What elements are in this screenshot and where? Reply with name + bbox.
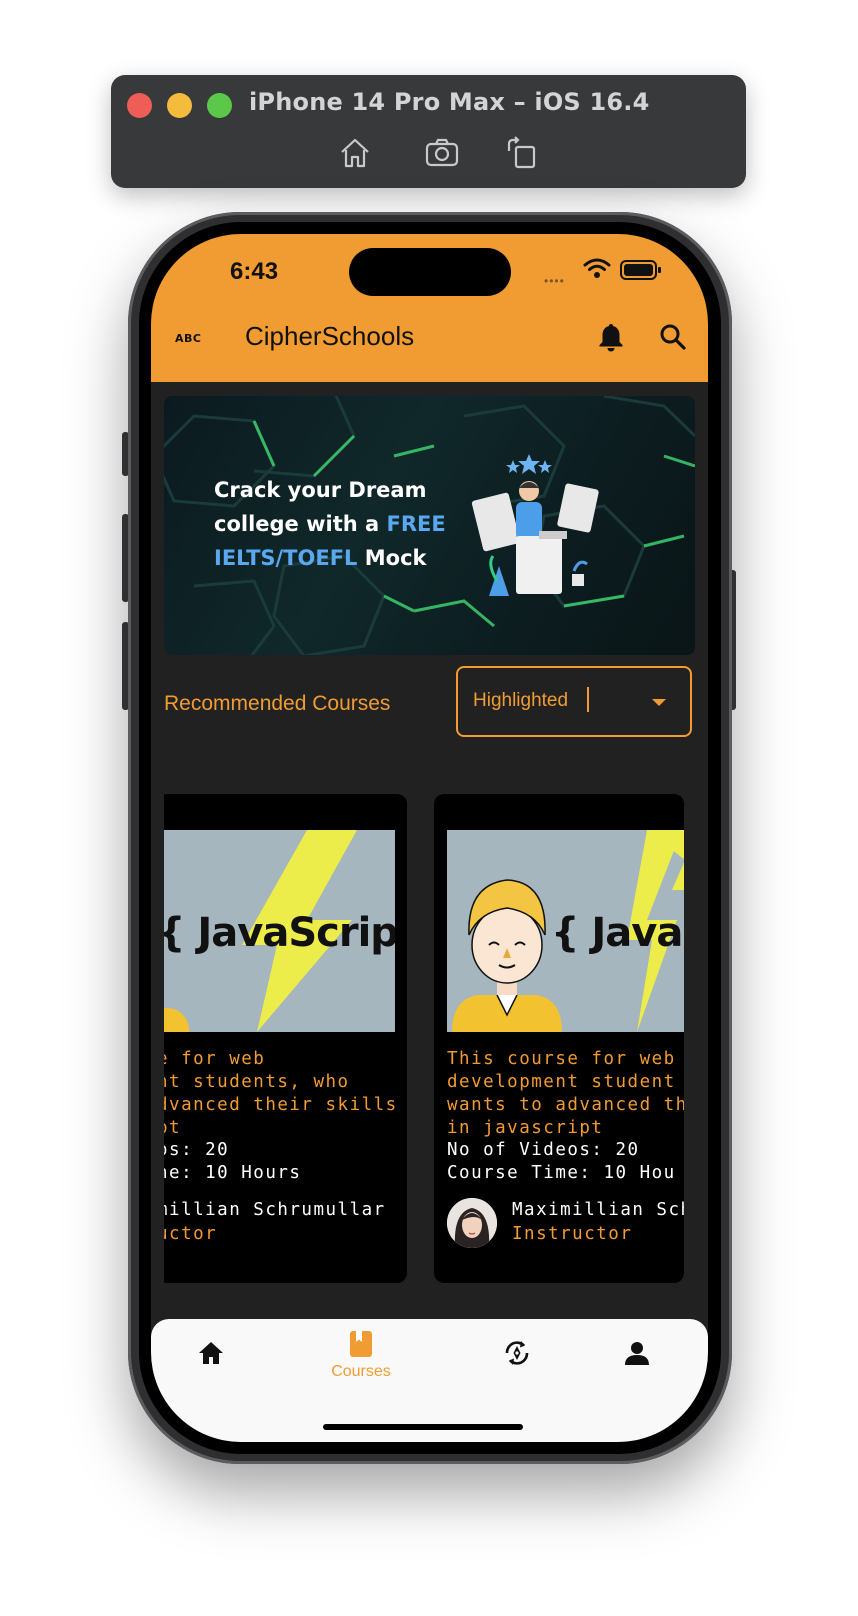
course-duration: Course Time: 10 Hou bbox=[447, 1163, 676, 1183]
nav-item-home[interactable] bbox=[171, 1319, 251, 1399]
book-icon bbox=[350, 1331, 372, 1357]
promo-banner[interactable]: Crack your Dream college with a FREE IEL… bbox=[164, 396, 695, 655]
home-icon bbox=[199, 1342, 223, 1364]
nav-item-courses[interactable]: Courses bbox=[316, 1319, 406, 1399]
home-icon[interactable] bbox=[337, 135, 373, 171]
dynamic-island bbox=[349, 248, 511, 296]
banner-line-2: college with a FREE bbox=[214, 512, 446, 536]
bell-icon[interactable] bbox=[597, 322, 625, 352]
course-card[interactable]: { JavaS This course for web development … bbox=[434, 794, 684, 1283]
abc-icon[interactable]: ABC bbox=[175, 332, 201, 345]
recommended-courses-label: Recommended Courses bbox=[164, 692, 391, 715]
status-time: 6:43 bbox=[230, 258, 279, 285]
person-icon bbox=[625, 1342, 649, 1365]
app-title: CipherSchools bbox=[245, 321, 415, 351]
nav-label-courses: Courses bbox=[331, 1363, 391, 1380]
banner-line-3: IELTS/TOEFL Mock bbox=[214, 546, 427, 570]
text-cursor bbox=[587, 687, 589, 712]
zoom-window-button[interactable] bbox=[207, 93, 232, 118]
course-video-count: No of Videos: 20 bbox=[447, 1140, 640, 1160]
course-description: This course for web development student … bbox=[447, 1049, 684, 1138]
course-description: e for web nt students, who dvanced their… bbox=[164, 1049, 398, 1138]
screenshot-icon[interactable] bbox=[424, 135, 460, 171]
student-illustration bbox=[471, 454, 599, 596]
course-duration: ne: 10 Hours bbox=[164, 1163, 302, 1183]
javascript-logo-text: { JavaS bbox=[551, 910, 684, 956]
home-indicator[interactable] bbox=[323, 1424, 523, 1430]
battery-icon bbox=[620, 260, 661, 280]
nav-item-profile[interactable] bbox=[597, 1319, 677, 1399]
wifi-icon bbox=[583, 258, 611, 278]
course-thumbnail: { JavaScript } bbox=[164, 830, 395, 1032]
course-video-count: os: 20 bbox=[164, 1140, 230, 1160]
banner-line-1: Crack your Dream bbox=[214, 478, 427, 502]
instructor-role: Instructor bbox=[512, 1224, 633, 1244]
banner-free-highlight: FREE bbox=[386, 512, 446, 536]
dropdown-arrow-icon[interactable] bbox=[652, 699, 666, 706]
dropdown-selected-value: Highlighted bbox=[473, 690, 569, 711]
course-filter-dropdown[interactable]: Highlighted bbox=[456, 666, 692, 737]
instructor-avatar bbox=[447, 1198, 497, 1248]
signal-dots: •••• bbox=[544, 274, 565, 288]
close-window-button[interactable] bbox=[127, 93, 152, 118]
banner-exam-highlight: IELTS/TOEFL bbox=[214, 546, 358, 570]
simulator-title: iPhone 14 Pro Max – iOS 16.4 bbox=[249, 88, 650, 116]
search-icon[interactable] bbox=[659, 322, 687, 352]
compass-refresh-icon bbox=[505, 1341, 529, 1365]
instructor-name: Maximillian Sch bbox=[512, 1200, 684, 1220]
instructor-name: millian Schrumullar bbox=[164, 1200, 386, 1220]
minimize-window-button[interactable] bbox=[167, 93, 192, 118]
banner-headline: Crack your Dream college with a FREE IEL… bbox=[214, 473, 474, 575]
javascript-logo-text: { JavaScript } bbox=[164, 910, 395, 956]
course-thumbnail: { JavaS bbox=[447, 830, 684, 1032]
course-card[interactable]: { JavaScript } e for web nt students, wh… bbox=[164, 794, 407, 1283]
instructor-role: uctor bbox=[164, 1224, 218, 1244]
rotate-icon[interactable] bbox=[504, 135, 540, 171]
course-carousel[interactable]: { JavaScript } e for web nt students, wh… bbox=[164, 794, 695, 1284]
nav-item-explore[interactable] bbox=[477, 1319, 557, 1399]
phone-screen: 6:43 •••• ABC CipherSchools Crack your D… bbox=[151, 234, 708, 1442]
